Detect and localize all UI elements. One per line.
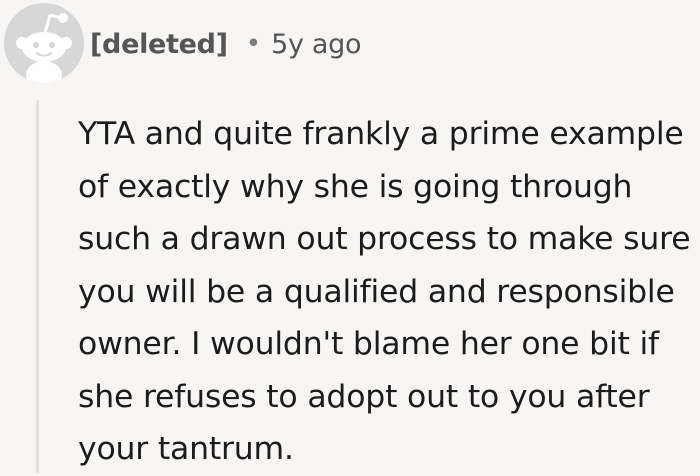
comment: [deleted] • 5y ago YTA and quite frankly… [0,0,700,473]
meta-separator: • [245,29,262,59]
deleted-user-snoo-icon [4,3,84,83]
thread-line[interactable] [36,100,39,473]
author-name[interactable]: [deleted] [90,29,228,60]
comment-meta: [deleted] • 5y ago [90,24,362,64]
avatar[interactable] [4,3,84,83]
comment-timestamp[interactable]: 5y ago [271,29,361,60]
comment-body: YTA and quite frankly a prime example of… [78,116,691,467]
